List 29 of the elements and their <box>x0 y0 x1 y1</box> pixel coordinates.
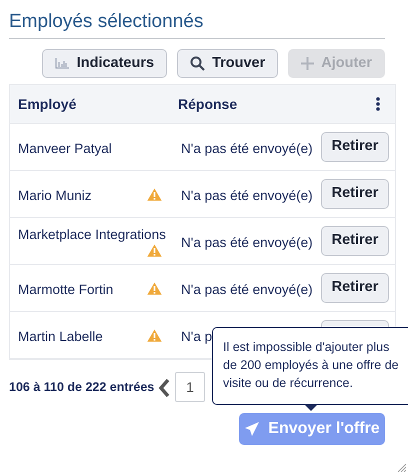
paper-plane-icon <box>244 421 260 437</box>
chevron-left-icon[interactable] <box>158 378 170 398</box>
response-status: N'a pas été envoyé(e) <box>181 281 313 299</box>
employee-name: Marmotte Fortin <box>18 281 114 299</box>
search-button[interactable]: Trouver <box>177 49 278 78</box>
tooltip-text: Il est impossible d'ajouter plus de 200 employés à une offre de visite ou de récurrence. <box>223 339 400 392</box>
response-status: N'a pas été envoyé(e) <box>181 140 313 158</box>
response-status: N'a pas été envoyé(e) <box>181 234 313 252</box>
employee-name: Mario Muniz <box>18 187 92 205</box>
response-status: N'a p <box>181 328 212 346</box>
employee-name: Marketplace Integrations <box>18 226 166 244</box>
chart-button[interactable]: Indicateurs <box>42 49 168 78</box>
page-number-field[interactable]: 1 <box>175 372 205 402</box>
employee-name: Manveer Patyal <box>18 140 112 158</box>
employee-name: Martin Labelle <box>18 328 103 346</box>
column-header: Réponse <box>178 94 238 114</box>
section-title: Employés sélectionnés <box>9 10 385 39</box>
response-status: N'a pas été envoyé(e) <box>181 187 313 205</box>
search-icon <box>190 56 206 71</box>
remove-button[interactable]: Retirer <box>321 226 389 256</box>
column-header: Employé <box>18 94 78 114</box>
more-options-icon[interactable] <box>376 97 380 111</box>
plus-icon <box>301 57 314 70</box>
remove-button[interactable]: Retirer <box>321 132 389 162</box>
remove-button[interactable]: Retirer <box>321 179 389 209</box>
remove-button[interactable]: Retirer <box>321 273 389 303</box>
pagination-summary: 106 à 110 de 222 entrées <box>9 378 154 396</box>
bar-chart-icon <box>54 58 69 69</box>
resize-handle-icon[interactable] <box>398 464 406 472</box>
